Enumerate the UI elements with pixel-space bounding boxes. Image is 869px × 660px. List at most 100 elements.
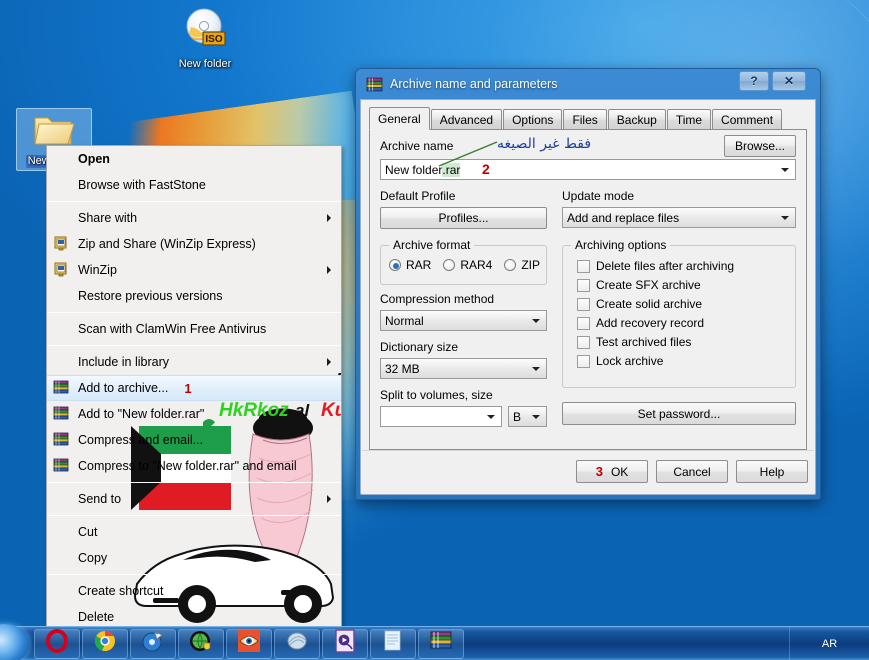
context-menu-item[interactable]: Add to archive... 1	[47, 375, 341, 401]
tab-advanced[interactable]: Advanced	[430, 109, 503, 129]
archiving-option-checkbox[interactable]: Delete files after archiving	[577, 259, 789, 273]
dialog-titlebar[interactable]: Archive name and parameters ? ✕	[360, 69, 816, 99]
checkbox-label: Create solid archive	[596, 297, 703, 311]
compression-method-select[interactable]: Normal	[380, 310, 547, 331]
ok-button[interactable]: 3 OK	[576, 460, 648, 483]
taskbar-button-shell[interactable]	[274, 628, 320, 659]
archiving-option-checkbox[interactable]: Lock archive	[577, 354, 789, 368]
desktop-icon-iso-file[interactable]: ISO New folder	[162, 6, 248, 71]
split-volumes-input[interactable]	[380, 406, 502, 427]
chevron-down-icon	[487, 414, 495, 419]
tab-options[interactable]: Options	[503, 109, 563, 129]
winzip-icon	[54, 236, 67, 251]
chrome-icon	[93, 629, 117, 658]
taskbar-button-faststone-eye[interactable]	[226, 628, 272, 659]
annotation-step-2: 2	[482, 161, 490, 177]
archive-format-options: RAR RAR4 ZIP	[389, 258, 540, 272]
context-menu-item[interactable]: Restore previous versions	[47, 283, 341, 309]
radio-label: RAR4	[460, 258, 493, 272]
checkbox-label: Add recovery record	[596, 316, 705, 330]
context-menu-item-label: Compress to "New folder.rar" and email	[78, 459, 297, 473]
browse-button[interactable]: Browse...	[724, 135, 796, 157]
checkbox-indicator	[577, 335, 590, 349]
context-menu-item[interactable]: Add to "New folder.rar"	[47, 401, 341, 427]
help-button[interactable]: Help	[736, 460, 808, 483]
taskbar-button-nero-burning[interactable]	[130, 628, 176, 659]
context-menu-item[interactable]: Create shortcut	[47, 578, 341, 604]
context-menu-item[interactable]: Browse with FastStone	[47, 172, 341, 198]
notepad-icon	[381, 629, 405, 658]
update-mode-select[interactable]: Add and replace files	[562, 207, 796, 228]
context-menu: هكر كوز الكويت HkRkoz al KuwaiT OpenBrow…	[46, 145, 342, 629]
winrar-icon	[429, 629, 453, 658]
profiles-button[interactable]: Profiles...	[380, 207, 547, 229]
winrar-icon	[53, 406, 69, 420]
tab-general[interactable]: General	[369, 107, 430, 130]
taskbar-buttons	[0, 628, 464, 659]
archiving-options-list: Delete files after archiving Create SFX a…	[577, 259, 789, 373]
taskbar-button-notepad[interactable]	[370, 628, 416, 659]
context-menu-item[interactable]: Send to	[47, 486, 341, 512]
taskbar-button-media-player[interactable]	[322, 628, 368, 659]
step-1-badge: 1	[184, 380, 192, 396]
language-indicator[interactable]: AR	[822, 638, 837, 650]
tab-files[interactable]: Files	[563, 109, 607, 129]
context-menu-item[interactable]: Include in library	[47, 349, 341, 375]
context-menu-item[interactable]: Compress and email...	[47, 427, 341, 453]
radio-indicator	[504, 259, 517, 271]
tab-backup[interactable]: Backup	[607, 109, 666, 129]
taskbar-button-globe-shield[interactable]	[178, 628, 224, 659]
compression-method-label: Compression method	[380, 292, 495, 306]
checkbox-indicator	[577, 316, 590, 330]
context-menu-item[interactable]: Compress to "New folder.rar" and email	[47, 453, 341, 479]
context-menu-item[interactable]: Cut	[47, 519, 341, 545]
checkbox-indicator	[577, 354, 590, 368]
archive-format-radio-rar4[interactable]: RAR4	[443, 258, 492, 272]
context-menu-item[interactable]: Open	[47, 146, 341, 172]
chevron-right-icon	[327, 495, 331, 503]
tab-time[interactable]: Time	[666, 109, 712, 129]
radio-label: RAR	[406, 258, 432, 272]
checkbox-label: Delete files after archiving	[596, 259, 735, 273]
context-menu-item[interactable]: Share with	[47, 205, 341, 231]
archiving-options-label: Archiving options	[571, 238, 671, 252]
context-menu-item[interactable]: Copy	[47, 545, 341, 571]
context-menu-item-label: Zip and Share (WinZip Express)	[78, 237, 256, 251]
taskbar-button-opera[interactable]	[34, 628, 80, 659]
archive-format-radio-zip[interactable]: ZIP	[504, 258, 540, 272]
close-button[interactable]: ✕	[772, 71, 806, 91]
archive-format-radio-rar[interactable]: RAR	[389, 258, 431, 272]
archiving-option-checkbox[interactable]: Create SFX archive	[577, 278, 789, 292]
context-menu-separator	[47, 482, 341, 483]
split-volumes-unit-select[interactable]: B	[508, 406, 547, 427]
winzip-icon	[53, 235, 71, 253]
context-menu-item[interactable]: WinZip	[47, 257, 341, 283]
checkbox-indicator	[577, 259, 590, 273]
checkbox-label: Lock archive	[596, 354, 664, 368]
iso-disc-icon: ISO	[186, 8, 226, 46]
context-menu-item-label: Share with	[78, 211, 138, 225]
radio-indicator	[443, 259, 456, 271]
help-titlebar-button[interactable]: ?	[739, 71, 769, 91]
taskbar-button-winrar[interactable]	[418, 628, 464, 659]
context-menu-separator	[47, 312, 341, 313]
tab-comment[interactable]: Comment	[712, 109, 783, 129]
context-menu-item-label: WinZip	[78, 263, 117, 277]
context-menu-item-label: Delete	[78, 610, 115, 624]
radio-indicator	[389, 259, 401, 271]
context-menu-item[interactable]: Zip and Share (WinZip Express)	[47, 231, 341, 257]
taskbar-button-chrome[interactable]	[82, 628, 128, 659]
compression-method-value: Normal	[385, 313, 424, 328]
archiving-option-checkbox[interactable]: Test archived files	[577, 335, 789, 349]
winrar-books-icon	[366, 77, 383, 91]
context-menu-item-label: Create shortcut	[78, 584, 164, 598]
dictionary-size-select[interactable]: 32 MB	[380, 358, 547, 379]
archiving-option-checkbox[interactable]: Create solid archive	[577, 297, 789, 311]
context-menu-items: Open Browse with FastStone Share with Zip a…	[47, 146, 341, 628]
context-menu-item-label: Add to archive...	[78, 381, 169, 395]
cancel-button[interactable]: Cancel	[656, 460, 728, 483]
context-menu-item[interactable]: Scan with ClamWin Free Antivirus	[47, 316, 341, 342]
archiving-option-checkbox[interactable]: Add recovery record	[577, 316, 789, 330]
context-menu-item-label: Cut	[78, 525, 98, 539]
set-password-button[interactable]: Set password...	[562, 402, 796, 425]
